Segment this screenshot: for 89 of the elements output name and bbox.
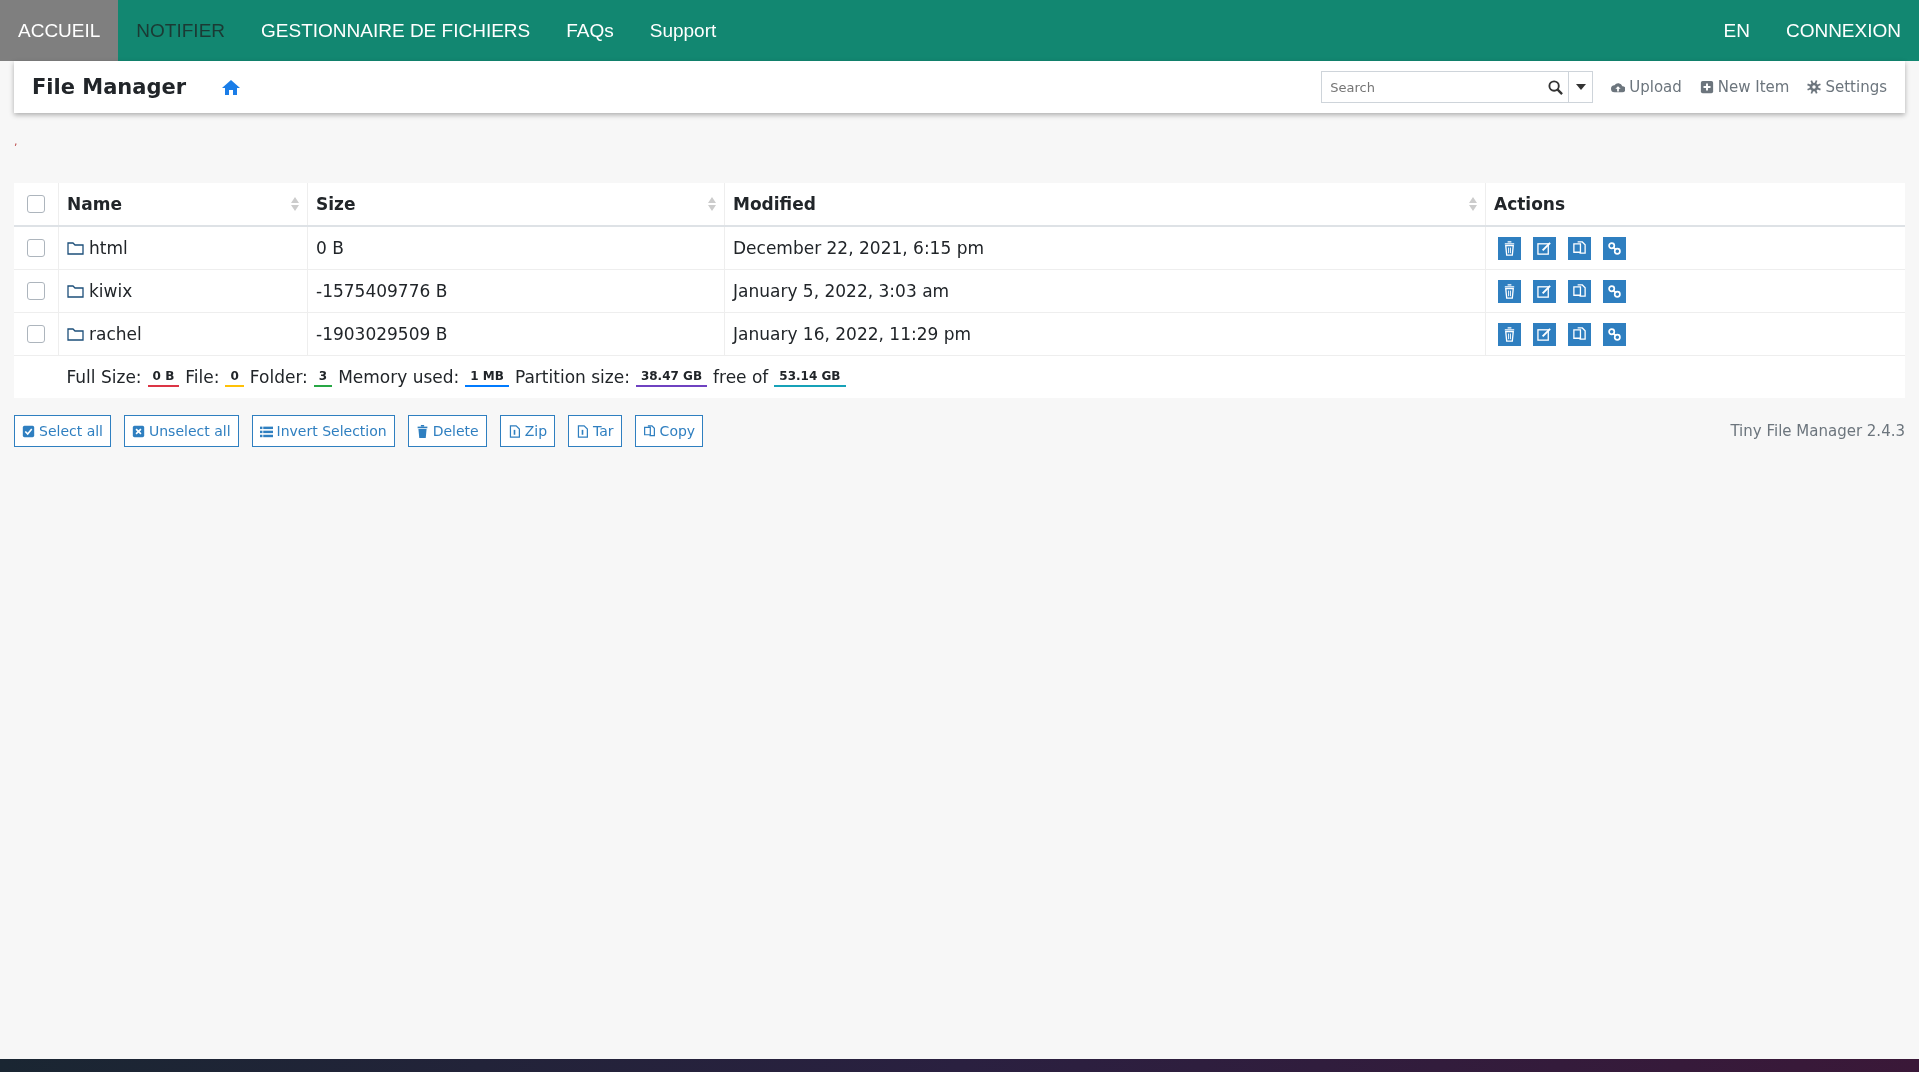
copy-icon xyxy=(1572,240,1587,256)
link-button[interactable] xyxy=(1603,279,1626,303)
toolbar-button[interactable]: Invert Selection xyxy=(251,415,395,447)
summary-label: File: xyxy=(185,367,220,387)
link-icon xyxy=(1607,240,1622,256)
page-title: File Manager xyxy=(32,75,187,99)
link-button[interactable] xyxy=(1603,322,1626,346)
column-header[interactable]: Size xyxy=(307,183,725,226)
table-cell: -1903029509 B xyxy=(307,312,725,356)
edit-button[interactable] xyxy=(1533,322,1556,346)
copy-button[interactable] xyxy=(1568,279,1591,303)
summary-label: Folder: xyxy=(249,367,308,387)
edit-icon xyxy=(1537,240,1552,256)
summary-value: 38.47 GB xyxy=(635,367,708,387)
edit-button[interactable] xyxy=(1533,236,1556,260)
link-icon xyxy=(1607,326,1622,342)
summary-label: Full Size: xyxy=(66,367,142,387)
checkbox-icon xyxy=(22,424,35,438)
nav-link[interactable]: EN xyxy=(1705,0,1768,61)
file-icon xyxy=(507,424,521,438)
nav-link[interactable]: Support xyxy=(631,0,735,61)
toolbar-button[interactable]: Tar xyxy=(568,415,622,447)
copy-button[interactable] xyxy=(1568,236,1591,260)
table-cell: -1575409776 B xyxy=(307,269,725,313)
trash-icon xyxy=(1502,326,1517,342)
copy-button[interactable] xyxy=(1568,322,1591,346)
folder-icon xyxy=(67,326,84,341)
link-icon xyxy=(1607,283,1622,299)
summary-value: 0 B xyxy=(147,367,180,387)
folder-link[interactable]: html xyxy=(67,237,128,258)
toolbar-button[interactable]: Unselect all xyxy=(124,415,239,447)
toolbar-button[interactable]: Copy xyxy=(634,415,704,447)
table-cell: December 22, 2021, 6:15 pm xyxy=(724,226,1486,270)
nav-link[interactable]: ACCUEIL xyxy=(0,0,119,61)
trash-icon xyxy=(1502,240,1517,256)
copy-icon xyxy=(1572,326,1587,342)
summary-value: 53.14 GB xyxy=(774,367,846,387)
delete-button[interactable] xyxy=(1498,322,1521,346)
new-link[interactable]: New Item xyxy=(1699,78,1790,96)
checkbox[interactable] xyxy=(27,282,45,300)
copy-icon xyxy=(642,424,656,438)
table-cell: 0 B xyxy=(307,226,725,270)
upload-link[interactable]: Upload xyxy=(1611,78,1682,96)
summary-label: free of xyxy=(713,367,769,387)
dropdown-button[interactable] xyxy=(1569,71,1594,103)
edit-icon xyxy=(1537,326,1552,342)
settings-icon xyxy=(1807,80,1822,94)
folder-icon xyxy=(67,240,84,255)
select-all-button[interactable]: Select all xyxy=(14,415,111,447)
summary-value: 3 xyxy=(313,367,333,387)
home-icon[interactable] xyxy=(222,79,241,95)
summary-label: Partition size: xyxy=(514,367,630,387)
trash-icon xyxy=(1502,283,1517,299)
version-text: Tiny File Manager 2.4.3 xyxy=(1730,422,1905,440)
folder-link[interactable]: kiwix xyxy=(67,280,133,301)
checkbox[interactable] xyxy=(27,239,45,257)
nav-link[interactable]: GESTIONNAIRE DE FICHIERS xyxy=(243,0,549,61)
nav-link[interactable]: CONNEXION xyxy=(1767,0,1919,61)
copy-icon xyxy=(1572,283,1587,299)
delete-button[interactable] xyxy=(1498,236,1521,260)
summary-label: Memory used: xyxy=(338,367,460,387)
breadcrumb-mark: , xyxy=(14,134,19,150)
column-header: Actions xyxy=(1485,183,1905,226)
column-header[interactable]: Name xyxy=(58,183,308,226)
toolbar-button[interactable]: Zip xyxy=(499,415,556,447)
link-button[interactable] xyxy=(1603,236,1626,260)
edit-icon xyxy=(1537,283,1552,299)
delete-button[interactable] xyxy=(1498,279,1521,303)
table-cell: January 5, 2022, 3:03 am xyxy=(724,269,1486,313)
nav-link[interactable]: NOTIFIER xyxy=(118,0,244,61)
cloud-upload-icon xyxy=(1611,80,1626,94)
list-icon xyxy=(259,424,273,438)
folder-icon xyxy=(67,283,84,298)
caret-icon xyxy=(1575,84,1586,90)
nav-link[interactable]: FAQs xyxy=(548,0,632,61)
plus-square-icon xyxy=(1699,80,1714,94)
settings-link[interactable]: Settings xyxy=(1807,78,1887,96)
column-header[interactable]: Modified xyxy=(724,183,1486,226)
trash-icon xyxy=(415,424,429,438)
checkbox[interactable] xyxy=(27,195,45,213)
x-icon xyxy=(132,424,145,438)
toolbar-button[interactable]: Delete xyxy=(407,415,487,447)
table-cell: January 16, 2022, 11:29 pm xyxy=(724,312,1486,356)
edit-button[interactable] xyxy=(1533,279,1556,303)
summary-value: 1 MB xyxy=(465,367,509,387)
summary-value: 0 xyxy=(225,367,244,387)
folder-link[interactable]: rachel xyxy=(67,323,142,344)
file-icon xyxy=(576,424,590,438)
checkbox[interactable] xyxy=(27,325,45,343)
